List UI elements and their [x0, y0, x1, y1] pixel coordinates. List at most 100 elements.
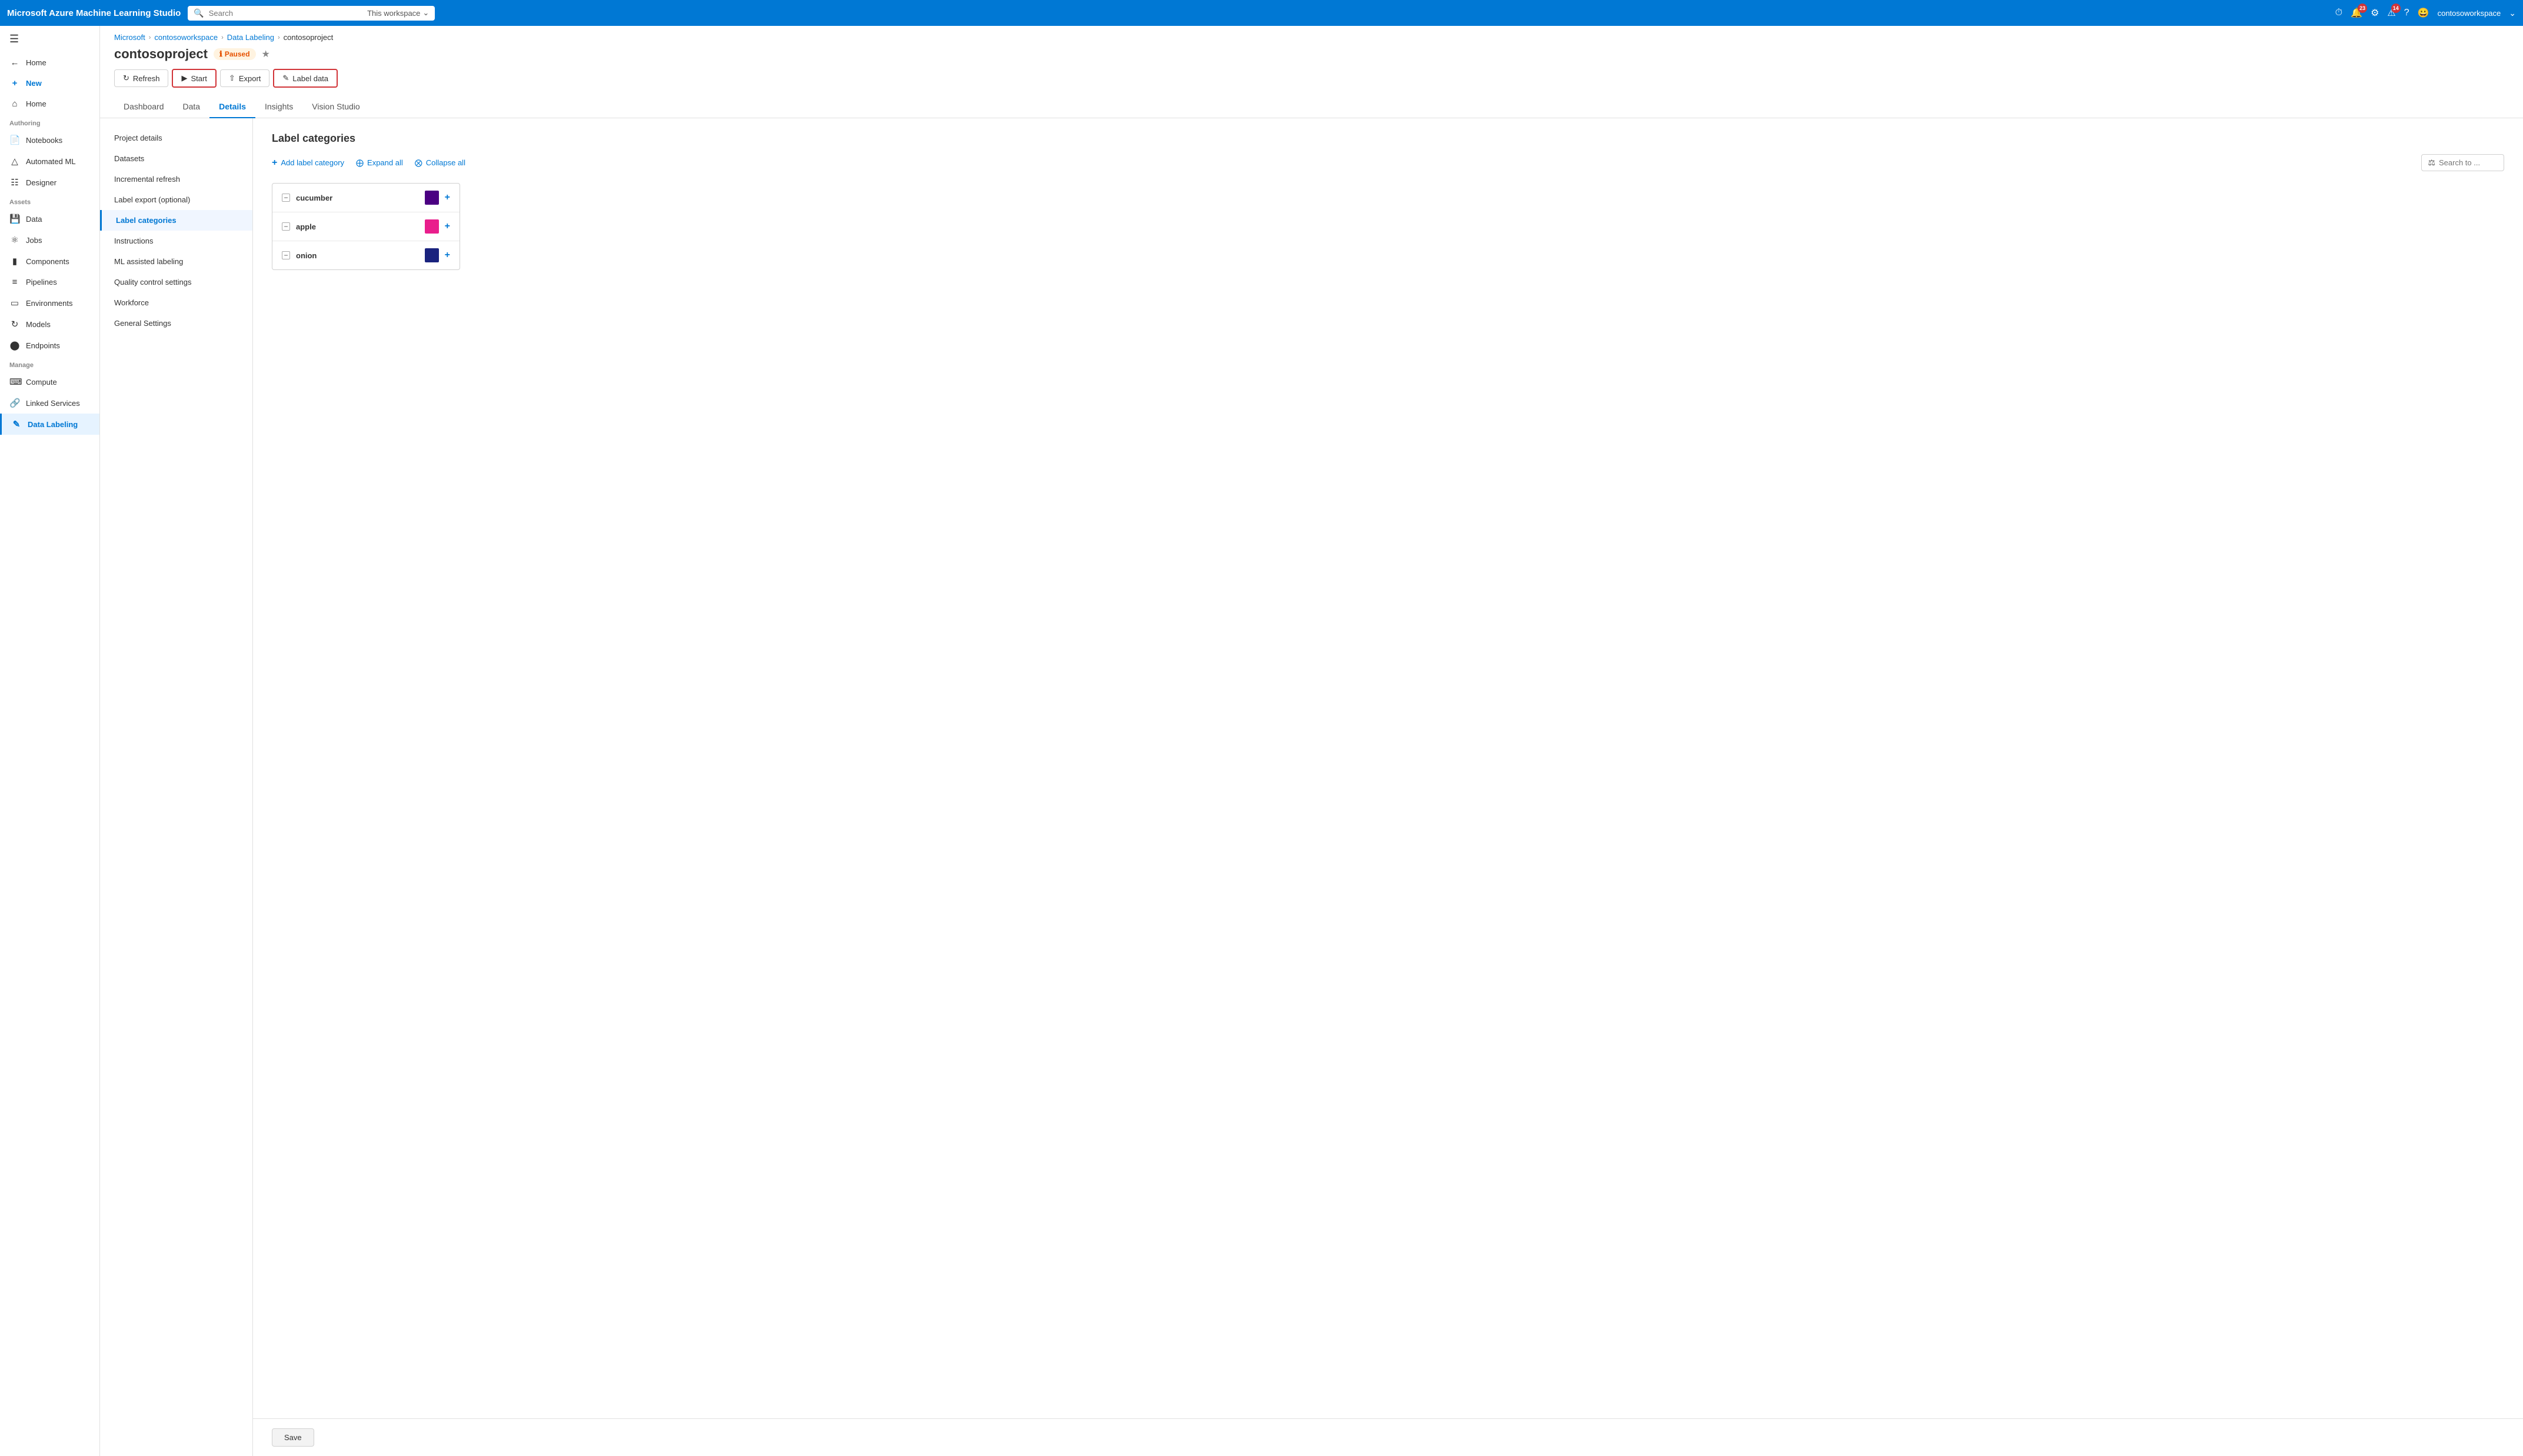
endpoints-icon: ⬤: [9, 340, 20, 351]
data-labeling-icon: ✎: [11, 419, 22, 429]
add-subcategory-cucumber-button[interactable]: +: [445, 193, 450, 202]
add-subcategory-apple-button[interactable]: +: [445, 222, 450, 231]
refresh-icon: ↻: [123, 74, 129, 83]
search-input[interactable]: [209, 9, 362, 18]
category-name-onion: onion: [296, 251, 419, 260]
help-icon[interactable]: ?: [2404, 8, 2409, 18]
assets-section-label: Assets: [0, 193, 99, 208]
plus-icon: +: [9, 78, 20, 88]
tab-dashboard[interactable]: Dashboard: [114, 96, 174, 118]
account-icon[interactable]: 😀: [2418, 7, 2429, 19]
page-title: contosoproject: [114, 46, 208, 62]
expand-apple-icon[interactable]: −: [282, 222, 290, 231]
sidebar: ☰ ← Home + New ⌂ Home Authoring 📄 Notebo…: [0, 26, 100, 1456]
workspace-selector[interactable]: This workspace ⌄: [367, 8, 429, 18]
left-nav-ml-assisted[interactable]: ML assisted labeling: [100, 251, 252, 272]
left-nav-incremental-refresh[interactable]: Incremental refresh: [100, 169, 252, 189]
collapse-icon: ⨂: [415, 158, 422, 168]
add-icon: +: [272, 158, 277, 168]
left-nav-project-details[interactable]: Project details: [100, 128, 252, 148]
automated-ml-icon: △: [9, 156, 20, 166]
data-icon: 💾: [9, 214, 20, 224]
star-icon[interactable]: ★: [262, 48, 270, 60]
expand-all-button[interactable]: ⨁ Expand all: [356, 158, 403, 168]
sidebar-item-compute[interactable]: ⌨ Compute: [0, 371, 99, 392]
expand-onion-icon[interactable]: −: [282, 251, 290, 259]
left-nav-instructions[interactable]: Instructions: [100, 231, 252, 251]
left-nav-label-export[interactable]: Label export (optional): [100, 189, 252, 210]
save-button[interactable]: Save: [272, 1428, 314, 1447]
tab-data[interactable]: Data: [174, 96, 210, 118]
breadcrumb-project: contosoproject: [284, 33, 334, 42]
left-nav-label-categories[interactable]: Label categories: [100, 210, 252, 231]
breadcrumb-sep-3: ›: [278, 34, 280, 41]
sidebar-item-linked-services[interactable]: 🔗 Linked Services: [0, 392, 99, 414]
category-item-onion: − onion +: [272, 241, 460, 269]
top-bar: Microsoft Azure Machine Learning Studio …: [0, 0, 2523, 26]
notifications-icon[interactable]: 🔔 23: [2351, 7, 2362, 19]
dropdown-chevron-icon[interactable]: ⌄: [2509, 8, 2516, 18]
sidebar-item-endpoints[interactable]: ⬤ Endpoints: [0, 335, 99, 356]
save-bar: Save: [253, 1418, 2523, 1456]
tab-vision-studio[interactable]: Vision Studio: [302, 96, 369, 118]
manage-section-label: Manage: [0, 356, 99, 371]
sidebar-item-components[interactable]: ▮ Components: [0, 251, 99, 272]
sidebar-item-notebooks[interactable]: 📄 Notebooks: [0, 129, 99, 151]
sidebar-item-designer[interactable]: ☷ Designer: [0, 172, 99, 193]
start-button[interactable]: ▶ Start: [172, 69, 216, 88]
top-bar-icons: ⏱ 🔔 23 ⚙ ⚠ 14 ? 😀 contosoworkspace ⌄: [2335, 7, 2516, 19]
sidebar-item-environments[interactable]: ▭ Environments: [0, 292, 99, 314]
search-icon: 🔍: [194, 8, 204, 18]
label-data-button[interactable]: ✎ Label data: [273, 69, 338, 88]
tab-insights[interactable]: Insights: [255, 96, 302, 118]
tabs: Dashboard Data Details Insights Vision S…: [100, 96, 2523, 118]
collapse-all-button[interactable]: ⨂ Collapse all: [415, 158, 465, 168]
hamburger-icon[interactable]: ☰: [0, 26, 99, 52]
back-icon: ←: [9, 58, 20, 68]
toolbar: ↻ Refresh ▶ Start ⇧ Export ✎ Label data: [100, 62, 2523, 88]
settings-icon[interactable]: ⚙: [2371, 7, 2379, 19]
search-box[interactable]: 🔍 This workspace ⌄: [188, 6, 435, 21]
breadcrumb-sep-2: ›: [221, 34, 224, 41]
breadcrumb-workspace[interactable]: contosoworkspace: [154, 33, 218, 42]
breadcrumb-microsoft[interactable]: Microsoft: [114, 33, 145, 42]
linked-services-icon: 🔗: [9, 398, 20, 408]
color-swatch-cucumber[interactable]: [425, 191, 439, 205]
components-icon: ▮: [9, 256, 20, 266]
sidebar-item-new[interactable]: + New: [0, 73, 99, 94]
clock-icon[interactable]: ⏱: [2335, 8, 2342, 18]
breadcrumb-data-labeling[interactable]: Data Labeling: [227, 33, 274, 42]
breadcrumb-sep-1: ›: [149, 34, 151, 41]
search-categories-input[interactable]: [2439, 158, 2498, 167]
left-nav-general-settings[interactable]: General Settings: [100, 313, 252, 334]
export-button[interactable]: ⇧ Export: [220, 69, 269, 87]
pipelines-icon: ≡: [9, 277, 20, 287]
add-subcategory-onion-button[interactable]: +: [445, 251, 450, 260]
sidebar-item-home[interactable]: ⌂ Home: [0, 94, 99, 114]
tab-details[interactable]: Details: [209, 96, 255, 118]
sidebar-item-pipelines[interactable]: ≡ Pipelines: [0, 272, 99, 292]
username-label[interactable]: contosoworkspace: [2438, 9, 2501, 18]
main-content: Label categories + Add label category ⨁ …: [253, 118, 2523, 1418]
expand-cucumber-icon[interactable]: −: [282, 194, 290, 202]
sidebar-item-models[interactable]: ↻ Models: [0, 314, 99, 335]
refresh-button[interactable]: ↻ Refresh: [114, 69, 168, 87]
sidebar-item-data-labeling[interactable]: ✎ Data Labeling: [0, 414, 99, 435]
alerts-badge: 14: [2391, 4, 2401, 13]
color-swatch-onion[interactable]: [425, 248, 439, 262]
alerts-icon[interactable]: ⚠ 14: [2387, 7, 2395, 19]
sidebar-item-data[interactable]: 💾 Data: [0, 208, 99, 229]
sidebar-item-microsoft[interactable]: ← Home: [0, 52, 99, 73]
search-categories-box[interactable]: ⚖: [2421, 154, 2504, 171]
color-swatch-apple[interactable]: [425, 219, 439, 234]
left-nav-workforce[interactable]: Workforce: [100, 292, 252, 313]
sidebar-item-jobs[interactable]: ⚛ Jobs: [0, 229, 99, 251]
sidebar-item-automated-ml[interactable]: △ Automated ML: [0, 151, 99, 172]
main-layout: ☰ ← Home + New ⌂ Home Authoring 📄 Notebo…: [0, 26, 2523, 1456]
category-name-cucumber: cucumber: [296, 194, 419, 202]
info-icon: ℹ: [219, 49, 222, 59]
add-label-category-button[interactable]: + Add label category: [272, 158, 344, 168]
left-nav-datasets[interactable]: Datasets: [100, 148, 252, 169]
environments-icon: ▭: [9, 298, 20, 308]
left-nav-quality-control[interactable]: Quality control settings: [100, 272, 252, 292]
